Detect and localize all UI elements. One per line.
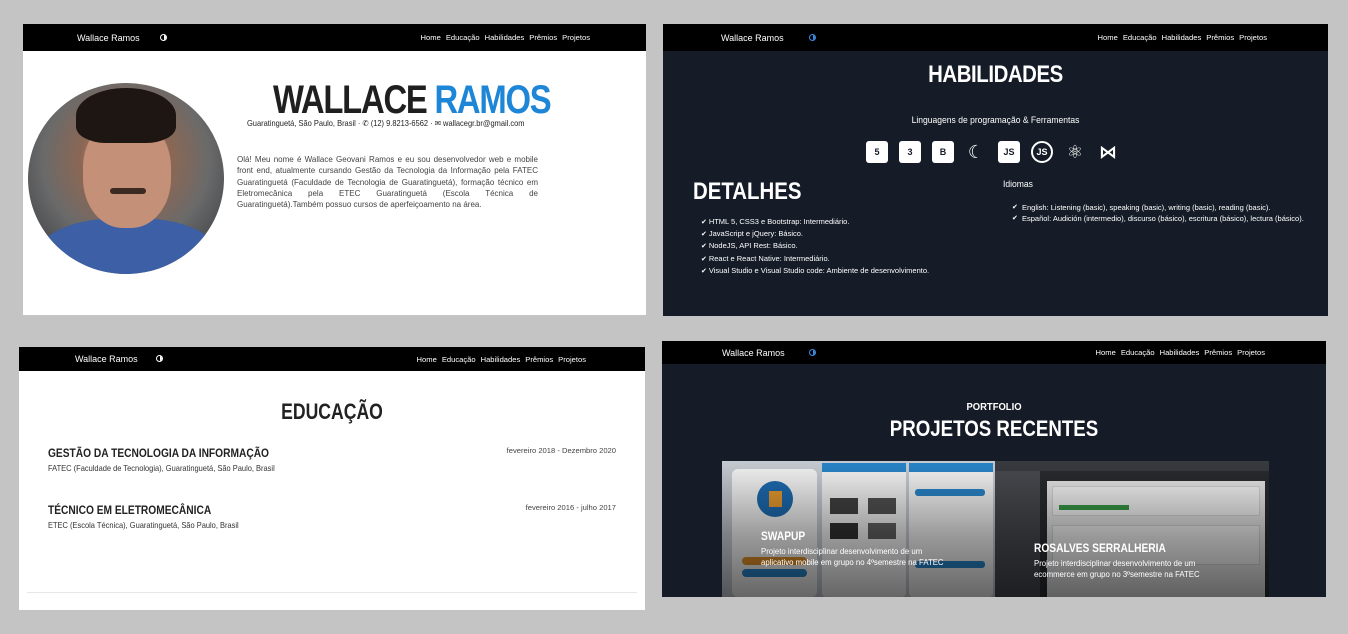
- navbar: Wallace Ramos Home Educação Habilidades …: [663, 24, 1328, 51]
- nav-link-educacao[interactable]: Educação: [446, 33, 480, 42]
- project-card-swapup[interactable]: SWAPUP Projeto interdisciplinar desenvol…: [722, 461, 995, 597]
- list-item: English: Listening (basic), speaking (ba…: [1012, 202, 1304, 213]
- nav-links: Home Educação Habilidades Prêmios Projet…: [417, 355, 586, 364]
- nav-link-premios[interactable]: Prêmios: [1204, 348, 1232, 357]
- project-title: ROSALVES SERRALHERIA: [1034, 541, 1166, 555]
- school-name: ETEC (Escola Técnica), Guaratinguetá, Sã…: [48, 520, 239, 530]
- home-section-light: Wallace Ramos Home Educação Habilidades …: [23, 24, 646, 315]
- degree-title: TÉCNICO EM ELETROMECÂNICA: [48, 503, 212, 517]
- nav-links: Home Educação Habilidades Prêmios Projet…: [1098, 33, 1267, 42]
- profile-photo: [28, 83, 224, 274]
- nav-link-educacao[interactable]: Educação: [1121, 348, 1155, 357]
- brand-link[interactable]: Wallace Ramos: [722, 348, 785, 358]
- languages-list: English: Listening (basic), speaking (ba…: [1012, 202, 1304, 225]
- theme-toggle-icon[interactable]: [809, 34, 816, 41]
- email-link[interactable]: wallacegr.br@gmail.com: [443, 118, 524, 128]
- nav-links: Home Educação Habilidades Prêmios Projet…: [1096, 348, 1265, 357]
- jquery-icon: ☾: [967, 141, 985, 162]
- nav-link-premios[interactable]: Prêmios: [1206, 33, 1234, 42]
- details-title: DETALHES: [693, 178, 802, 205]
- project-description: Projeto interdisciplinar desenvolvimento…: [1034, 559, 1200, 579]
- nav-link-educacao[interactable]: Educação: [1123, 33, 1157, 42]
- nav-link-projetos[interactable]: Projetos: [1237, 348, 1265, 357]
- school-name: FATEC (Faculdade de Tecnologia), Guarati…: [48, 463, 275, 473]
- nav-link-projetos[interactable]: Projetos: [1239, 33, 1267, 42]
- nav-link-habilidades[interactable]: Habilidades: [1160, 348, 1200, 357]
- css3-icon: 3: [899, 141, 921, 163]
- react-icon: ⚛: [1066, 141, 1084, 162]
- degree-title: GESTÃO DA TECNOLOGIA DA INFORMAÇÃO: [48, 446, 269, 460]
- project-description: Projeto interdisciplinar desenvolvimento…: [761, 547, 944, 567]
- portfolio-title: PROJETOS RECENTES: [889, 416, 1099, 441]
- list-item: React e React Native: Intermediário.: [701, 253, 929, 265]
- html5-icon: 5: [866, 141, 888, 163]
- list-item: JavaScript e jQuery: Básico.: [701, 228, 929, 240]
- skills-section-dark: Wallace Ramos Home Educação Habilidades …: [663, 24, 1328, 316]
- nav-link-premios[interactable]: Prêmios: [525, 355, 553, 364]
- phone-text[interactable]: (12) 9.8213-6562: [371, 118, 428, 128]
- nav-link-habilidades[interactable]: Habilidades: [481, 355, 521, 364]
- nav-link-home[interactable]: Home: [421, 33, 441, 42]
- education-title: EDUCAÇÃO: [281, 399, 383, 424]
- brand-link[interactable]: Wallace Ramos: [721, 33, 784, 43]
- bootstrap-icon: B: [932, 141, 954, 163]
- nav-link-home[interactable]: Home: [417, 355, 437, 364]
- nav-link-home[interactable]: Home: [1098, 33, 1118, 42]
- nav-link-projetos[interactable]: Projetos: [558, 355, 586, 364]
- email-icon: ✉: [434, 118, 441, 128]
- hero-name: WALLACE RAMOS: [273, 78, 552, 123]
- navbar: Wallace Ramos Home Educação Habilidades …: [662, 341, 1326, 364]
- nav-link-habilidades[interactable]: Habilidades: [1162, 33, 1202, 42]
- portfolio-section-dark: Wallace Ramos Home Educação Habilidades …: [662, 341, 1326, 597]
- brand-link[interactable]: Wallace Ramos: [75, 354, 138, 364]
- period-text: fevereiro 2018 - Dezembro 2020: [506, 446, 616, 455]
- theme-toggle-icon[interactable]: [156, 355, 163, 362]
- nav-link-premios[interactable]: Prêmios: [529, 33, 557, 42]
- section-divider: [27, 592, 637, 593]
- project-card-rosalves[interactable]: ROSALVES SERRALHERIA Projeto interdiscip…: [995, 461, 1269, 597]
- hero-last-name: RAMOS: [434, 78, 551, 122]
- nav-link-habilidades[interactable]: Habilidades: [485, 33, 525, 42]
- whatsapp-icon: ✆: [362, 118, 369, 128]
- nav-link-home[interactable]: Home: [1096, 348, 1116, 357]
- list-item: Visual Studio e Visual Studio code: Ambi…: [701, 265, 929, 277]
- tech-icons: 5 3 B ☾ JS JS ⚛ ⋈: [866, 141, 1119, 163]
- list-item: Español: Audición (intermedio), discurso…: [1012, 213, 1304, 224]
- hero-contact: Guaratinguetá, São Paulo, Brasil · ✆ (12…: [247, 118, 525, 128]
- portfolio-kicker: PORTFOLIO: [966, 401, 1022, 413]
- theme-toggle-icon[interactable]: [160, 34, 167, 41]
- skills-title: HABILIDADES: [928, 61, 1063, 88]
- nav-link-projetos[interactable]: Projetos: [562, 33, 590, 42]
- list-item: NodeJS, API Rest: Básico.: [701, 240, 929, 252]
- visual-studio-code-icon: ⋈: [1099, 141, 1117, 162]
- theme-toggle-icon[interactable]: [809, 349, 816, 356]
- location-text: Guaratinguetá, São Paulo, Brasil: [247, 118, 356, 128]
- nodejs-icon: JS: [1031, 141, 1053, 163]
- hero-first-name: WALLACE: [273, 78, 428, 122]
- javascript-icon: JS: [998, 141, 1020, 163]
- period-text: fevereiro 2016 - julho 2017: [525, 503, 616, 512]
- brand-link[interactable]: Wallace Ramos: [77, 33, 140, 43]
- details-list: HTML 5, CSS3 e Bootstrap: Intermediário.…: [701, 216, 929, 277]
- languages-title: Idiomas: [1003, 179, 1033, 190]
- education-section-light: Wallace Ramos Home Educação Habilidades …: [19, 347, 645, 610]
- education-item: GESTÃO DA TECNOLOGIA DA INFORMAÇÃO FATEC…: [48, 446, 616, 473]
- education-item: TÉCNICO EM ELETROMECÂNICA ETEC (Escola T…: [48, 503, 616, 530]
- navbar: Wallace Ramos Home Educação Habilidades …: [19, 347, 645, 371]
- navbar: Wallace Ramos Home Educação Habilidades …: [23, 24, 646, 51]
- list-item: HTML 5, CSS3 e Bootstrap: Intermediário.: [701, 216, 929, 228]
- skills-subtitle: Linguagens de programação & Ferramentas: [911, 115, 1080, 126]
- project-title: SWAPUP: [761, 529, 806, 543]
- nav-link-educacao[interactable]: Educação: [442, 355, 476, 364]
- nav-links: Home Educação Habilidades Prêmios Projet…: [421, 33, 590, 42]
- hero-bio: Olá! Meu nome é Wallace Geovani Ramos e …: [237, 155, 538, 210]
